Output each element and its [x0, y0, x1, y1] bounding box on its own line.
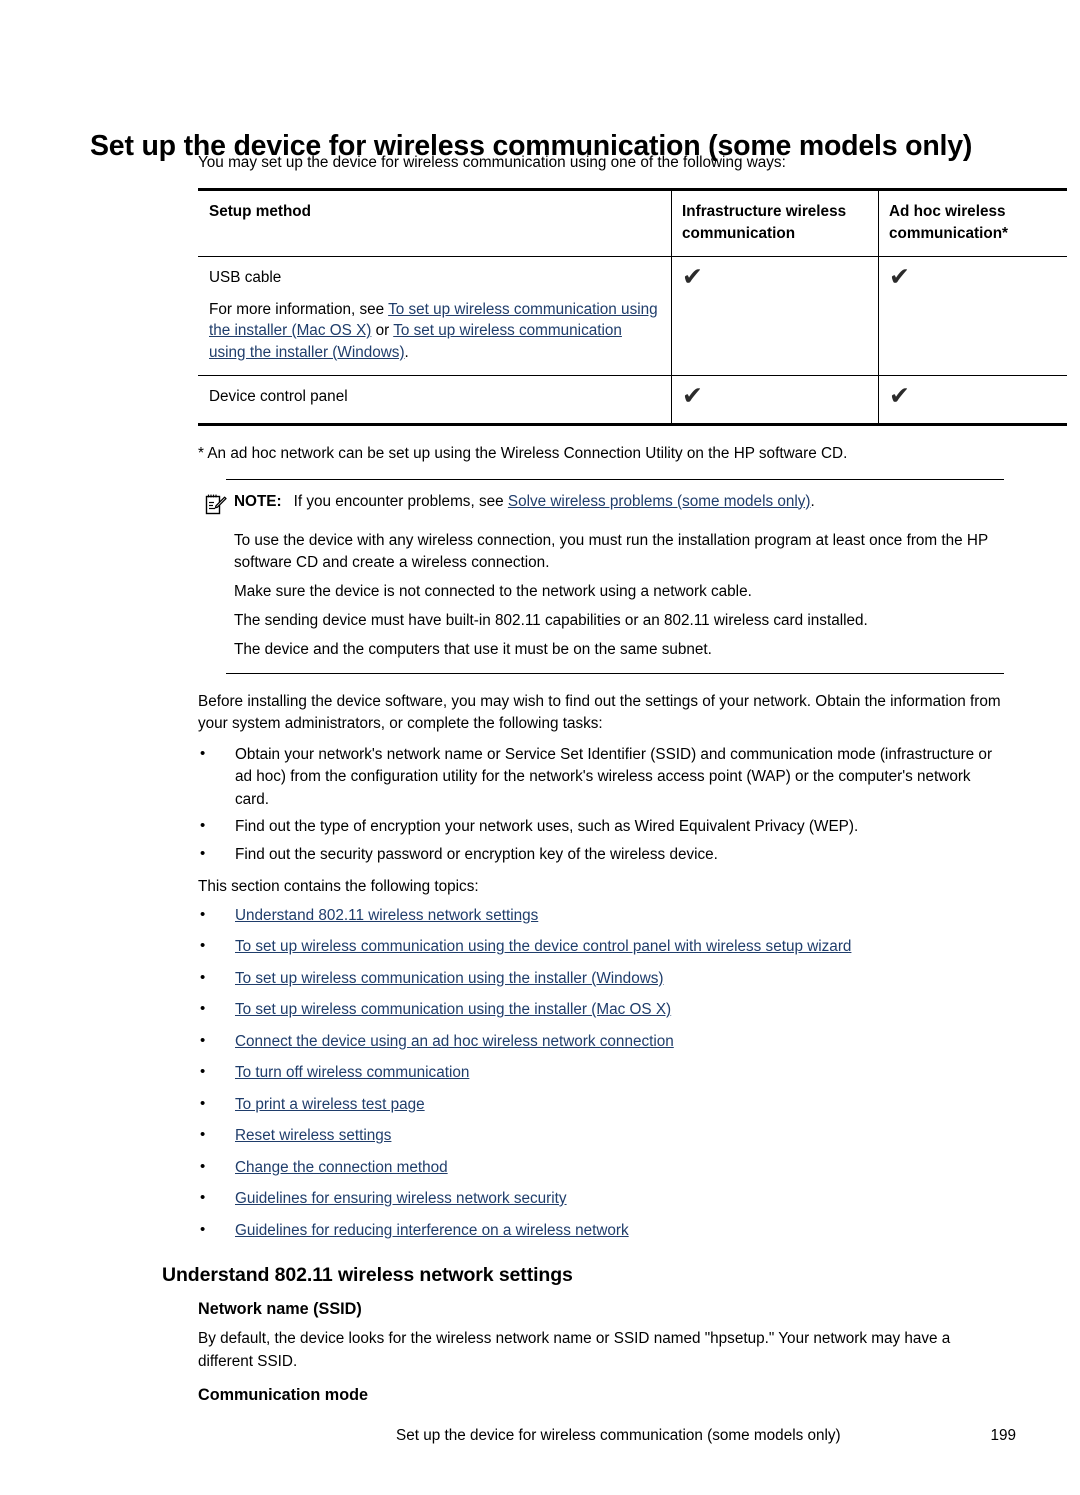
- table-header-row: Setup method Infrastructure wireless com…: [198, 188, 1067, 257]
- list-item: To set up wireless communication using t…: [198, 935, 1004, 959]
- note-first-line: NOTE: If you encounter problems, see Sol…: [205, 491, 1004, 523]
- checkmark-icon: ✔: [889, 381, 910, 410]
- footer-page-number: 199: [990, 1427, 1016, 1444]
- cell-adhoc-panel: ✔: [878, 375, 1067, 426]
- table-body: USB cable For more information, see To s…: [198, 256, 1067, 426]
- link-solve-wireless-problems[interactable]: Solve wireless problems (some models onl…: [508, 493, 811, 510]
- setup-methods-table: Setup method Infrastructure wireless com…: [198, 188, 1067, 426]
- subheading-communication-mode: Communication mode: [198, 1386, 368, 1404]
- note-line-4: The sending device must have built-in 80…: [234, 611, 868, 629]
- page-content: You may set up the device for wireless c…: [162, 152, 1067, 1405]
- topic-link-turn-off-wireless[interactable]: To turn off wireless communication: [235, 1064, 469, 1081]
- cell-setup-method-panel: Device control panel: [198, 375, 672, 426]
- topics-intro: This section contains the following topi…: [198, 878, 479, 895]
- subheading-network-name-ssid: Network name (SSID): [198, 1300, 362, 1318]
- topic-link-understand-80211[interactable]: Understand 802.11 wireless network setti…: [235, 907, 538, 924]
- note-line-5: The device and the computers that use it…: [234, 640, 712, 658]
- note-line-1-suffix: .: [810, 492, 815, 510]
- checkmark-icon: ✔: [682, 381, 703, 410]
- list-item: Understand 802.11 wireless network setti…: [198, 904, 1004, 928]
- topic-link-control-panel-wizard[interactable]: To set up wireless communication using t…: [235, 938, 851, 955]
- note-line-3: Make sure the device is not connected to…: [234, 582, 752, 600]
- topic-link-security-guidelines[interactable]: Guidelines for ensuring wireless network…: [235, 1190, 567, 1207]
- list-item: Obtain your network's network name or Se…: [198, 743, 1004, 812]
- column-header-adhoc: Ad hoc wireless communication*: [878, 188, 1067, 257]
- before-install-task-list: Obtain your network's network name or Se…: [198, 743, 1004, 867]
- topics-list: Understand 802.11 wireless network setti…: [198, 904, 1004, 1243]
- note-callout: NOTE: If you encounter problems, see Sol…: [205, 478, 1004, 674]
- cell-adhoc-usb: ✔: [878, 256, 1067, 376]
- table-row: USB cable For more information, see To s…: [198, 256, 1067, 376]
- intro-paragraph: You may set up the device for wireless c…: [198, 154, 786, 171]
- usb-cable-detail: For more information, see To set up wire…: [209, 299, 661, 364]
- topic-link-change-connection-method[interactable]: Change the connection method: [235, 1159, 448, 1176]
- list-item: Find out the security password or encryp…: [198, 843, 1004, 867]
- detail-middle: or: [371, 322, 394, 339]
- topic-link-print-test-page[interactable]: To print a wireless test page: [235, 1096, 425, 1113]
- column-header-setup-method: Setup method: [198, 188, 672, 257]
- usb-cable-label: USB cable: [209, 269, 282, 286]
- document-page: Set up the device for wireless communica…: [0, 0, 1080, 1495]
- cell-infrastructure-usb: ✔: [671, 256, 879, 376]
- list-item: Guidelines for reducing interference on …: [198, 1219, 1004, 1243]
- list-item: To set up wireless communication using t…: [198, 967, 1004, 991]
- topic-link-interference-guidelines[interactable]: Guidelines for reducing interference on …: [235, 1222, 629, 1239]
- note-line-1-prefix: If you encounter problems, see: [293, 492, 508, 510]
- footer-title: Set up the device for wireless communica…: [396, 1427, 841, 1444]
- table-footnote: * An ad hoc network can be set up using …: [198, 444, 848, 462]
- note-pad-pencil-icon: [204, 492, 234, 523]
- list-item: Change the connection method: [198, 1156, 1004, 1180]
- section-heading-understand-80211: Understand 802.11 wireless network setti…: [162, 1264, 573, 1286]
- checkmark-icon: ✔: [682, 262, 703, 291]
- list-item: To print a wireless test page: [198, 1093, 1004, 1117]
- list-item: To set up wireless communication using t…: [198, 998, 1004, 1022]
- note-line-1: If you encounter problems, see Solve wir…: [294, 491, 815, 513]
- checkmark-icon: ✔: [889, 262, 910, 291]
- list-item: To turn off wireless communication: [198, 1061, 1004, 1085]
- topic-link-installer-macosx[interactable]: To set up wireless communication using t…: [235, 1001, 671, 1018]
- cell-setup-method-usb: USB cable For more information, see To s…: [198, 256, 672, 376]
- table-row: Device control panel ✔ ✔: [198, 375, 1067, 426]
- list-item: Connect the device using an ad hoc wirel…: [198, 1030, 1004, 1054]
- page-footer: Set up the device for wireless communica…: [396, 1427, 1016, 1445]
- cell-infrastructure-panel: ✔: [671, 375, 879, 426]
- topic-link-reset-wireless[interactable]: Reset wireless settings: [235, 1127, 391, 1144]
- topic-link-installer-windows[interactable]: To set up wireless communication using t…: [235, 970, 663, 987]
- before-install-paragraph: Before installing the device software, y…: [198, 692, 1001, 733]
- column-header-infrastructure: Infrastructure wireless communication: [671, 188, 879, 257]
- topic-link-adhoc-connection[interactable]: Connect the device using an ad hoc wirel…: [235, 1033, 674, 1050]
- paragraph-network-name-ssid: By default, the device looks for the wir…: [198, 1330, 951, 1370]
- detail-prefix: For more information, see: [209, 300, 389, 318]
- list-item: Reset wireless settings: [198, 1124, 1004, 1148]
- table-header: Setup method Infrastructure wireless com…: [198, 188, 1067, 257]
- note-line-2: To use the device with any wireless conn…: [234, 531, 988, 571]
- list-item: Guidelines for ensuring wireless network…: [198, 1187, 1004, 1211]
- list-item: Find out the type of encryption your net…: [198, 815, 1004, 839]
- note-label: NOTE:: [234, 492, 282, 510]
- detail-suffix: .: [404, 343, 409, 361]
